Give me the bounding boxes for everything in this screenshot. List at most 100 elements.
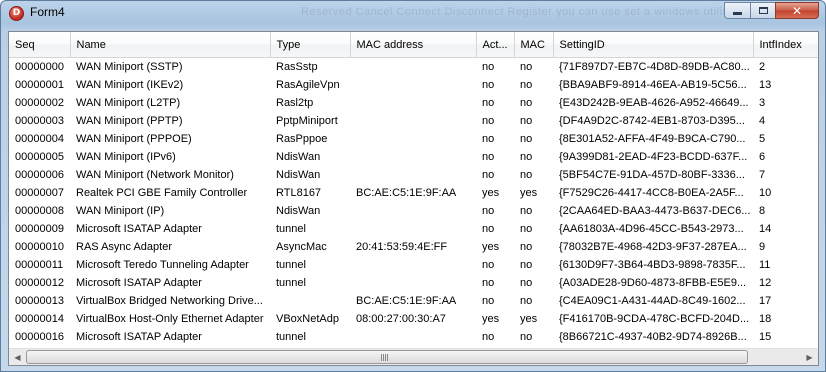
cell-intf-index: 9 [759,240,766,253]
cell-active: no [482,60,495,73]
cell-type: tunnel [276,258,306,271]
cell-mac-address: 20:41:53:59:4E:FF [356,240,448,253]
table-row[interactable]: 00000003 WAN Miniport (PPTP) PptpMiniport n… [9,112,818,130]
cell-setting-id: {E43D242B-9EAB-4626-A952-46649... [559,96,749,109]
cell-type: PptpMiniport [276,114,338,127]
minimize-button[interactable] [724,2,750,19]
cell-seq: 00000009 [15,222,64,235]
column-header-intf-index[interactable]: IntfIndex [753,32,818,58]
app-icon[interactable]: D [9,6,24,21]
cell-mac: no [520,294,533,307]
cell-seq: 00000011 [15,258,64,271]
cell-type: AsyncMac [276,240,327,253]
table-row[interactable]: 00000006 WAN Miniport (Network Monitor) Nd… [9,166,818,184]
table-row[interactable]: 00000016 Microsoft ISATAP Adapter tunnel no… [9,328,818,346]
table-row[interactable]: 00000009 Microsoft ISATAP Adapter tunnel no… [9,220,818,238]
maximize-button[interactable] [750,2,775,19]
cell-seq: 00000016 [15,330,64,343]
cell-seq: 00000006 [15,168,64,181]
column-header-name[interactable]: Name [70,32,271,58]
close-icon: ✕ [791,3,803,18]
column-header-mac[interactable]: MAC [514,32,554,58]
cell-mac-address: 08:00:27:00:30:A7 [356,312,446,325]
cell-mac: no [520,114,533,127]
cell-mac: yes [520,312,538,325]
cell-type: NdisWan [276,168,321,181]
scroll-right-arrow-icon[interactable]: ▶ [801,349,818,365]
cell-seq: 00000014 [15,312,64,325]
cell-mac: no [520,78,533,91]
adapter-list-view[interactable]: Seq Name Type MAC address Act... MAC Set… [8,31,819,366]
close-button[interactable]: ✕ [775,2,819,19]
cell-setting-id: {71F897D7-EB7C-4D8D-89DB-AC80... [559,60,750,73]
table-row[interactable]: 00000001 WAN Miniport (IKEv2) RasAgileVpn n… [9,76,818,94]
cell-active: no [482,276,495,289]
table-row[interactable]: 00000013 VirtualBox Bridged Networking Dr… [9,292,818,310]
cell-seq: 00000004 [15,132,64,145]
column-header-seq[interactable]: Seq [9,32,71,58]
cell-mac-address [350,220,476,238]
cell-type: RasAgileVpn [276,78,340,91]
cell-intf-index: 4 [759,114,766,127]
table-row[interactable]: 00000000 WAN Miniport (SSTP) RasSstp no no {7… [9,58,818,76]
cell-mac-address [350,166,476,184]
cell-intf-index: 8 [759,204,766,217]
cell-intf-index: 18 [759,312,772,325]
cell-setting-id: {DF4A9D2C-8742-4EB1-8703-D395... [559,114,745,127]
window-title: Form4 [30,5,65,19]
horizontal-scrollbar[interactable]: ◀ ▶ [9,348,818,365]
title-bar[interactable]: D Form4 Reserved Cancel Connect Disconne… [1,1,825,27]
background-window-title: Reserved Cancel Connect Disconnect Regis… [301,6,733,18]
cell-mac-address: BC:AE:C5:1E:9F:AA [356,294,457,307]
scroll-left-arrow-icon[interactable]: ◀ [9,349,26,365]
cell-active: no [482,132,495,145]
cell-setting-id: {2CAA64ED-BAA3-4473-B637-DEC6... [559,204,751,217]
table-row[interactable]: 00000007 Realtek PCI GBE Family Controlle… [9,184,818,202]
cell-mac-address [350,328,476,346]
cell-intf-index: 14 [759,222,772,235]
cell-active: no [482,96,495,109]
cell-name: WAN Miniport (PPTP) [76,114,183,127]
scrollbar-thumb[interactable] [26,350,748,364]
cell-active: no [482,258,495,271]
column-header-mac-address[interactable]: MAC address [350,32,477,58]
cell-mac-address [350,112,476,130]
cell-seq: 00000008 [15,204,64,217]
cell-type: RasSstp [276,60,318,73]
cell-setting-id: {8B66721C-4937-40B2-9D74-8926B... [559,330,747,343]
table-row[interactable]: 00000005 WAN Miniport (IPv6) NdisWan no no {9… [9,148,818,166]
cell-type: RasPppoe [276,132,328,145]
cell-intf-index: 7 [759,168,766,181]
adapter-table: Seq Name Type MAC address Act... MAC Set… [9,32,818,364]
column-header-setting-id[interactable]: SettingID [553,32,754,58]
cell-seq: 00000007 [15,186,64,199]
cell-setting-id: {6130D9F7-3B64-4BD3-9898-7835F... [559,258,746,271]
table-row[interactable]: 00000012 Microsoft ISATAP Adapter tunnel no… [9,274,818,292]
cell-active: no [482,150,495,163]
cell-active: no [482,204,495,217]
cell-mac: no [520,150,533,163]
table-row[interactable]: 00000011 Microsoft Teredo Tunneling Adapt… [9,256,818,274]
cell-name: Realtek PCI GBE Family Controller [76,186,248,199]
cell-intf-index: 11 [759,258,771,271]
cell-type: RTL8167 [276,186,322,199]
column-header-type[interactable]: Type [270,32,351,58]
cell-seq: 00000000 [15,60,64,73]
cell-intf-index: 13 [759,78,772,91]
cell-setting-id: {AA61803A-4D96-45CC-B543-2973... [559,222,744,235]
cell-intf-index: 12 [759,276,772,289]
cell-mac: yes [520,186,538,199]
table-row[interactable]: 00000010 RAS Async Adapter AsyncMac 20:41:5… [9,238,818,256]
table-row[interactable]: 00000014 VirtualBox Host-Only Ethernet Ad… [9,310,818,328]
table-row[interactable]: 00000004 WAN Miniport (PPPOE) RasPppoe no no… [9,130,818,148]
cell-name: VirtualBox Host-Only Ethernet Adapter [76,312,264,325]
cell-mac-address [350,94,476,112]
cell-seq: 00000001 [15,78,64,91]
cell-name: WAN Miniport (IPv6) [76,150,176,163]
table-row[interactable]: 00000002 WAN Miniport (L2TP) Rasl2tp no no {E… [9,94,818,112]
maximize-icon [758,7,768,14]
cell-intf-index: 3 [759,96,766,109]
cell-name: WAN Miniport (SSTP) [76,60,183,73]
table-row[interactable]: 00000008 WAN Miniport (IP) NdisWan no no {2CA… [9,202,818,220]
column-header-active[interactable]: Act... [476,32,515,58]
